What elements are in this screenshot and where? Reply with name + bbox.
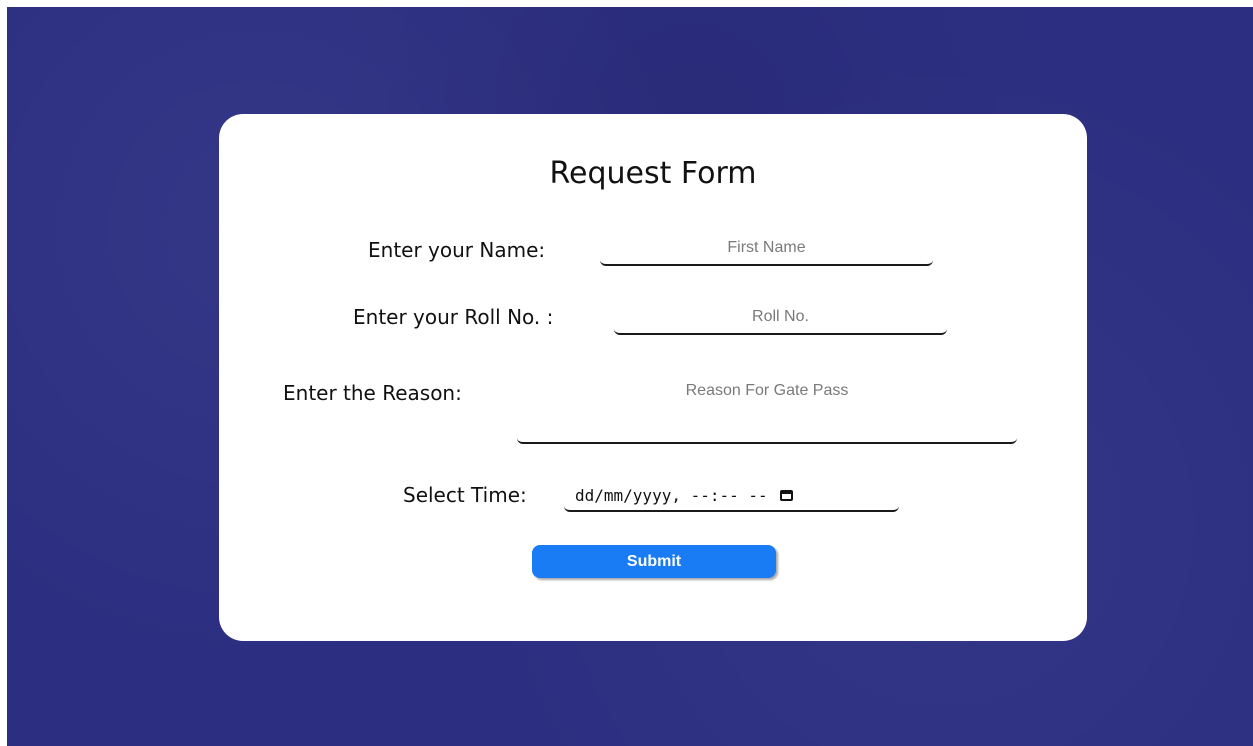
time-input-value: dd/mm/yyyy, --:-- -- xyxy=(575,485,768,505)
time-input[interactable]: dd/mm/yyyy, --:-- -- xyxy=(564,480,899,512)
time-label: Select Time: xyxy=(403,483,527,507)
submit-button[interactable]: Submit xyxy=(532,545,776,578)
calendar-icon[interactable] xyxy=(779,489,793,501)
name-input[interactable] xyxy=(600,232,933,266)
roll-no-input[interactable] xyxy=(614,301,947,335)
name-label: Enter your Name: xyxy=(368,238,546,262)
roll-no-label: Enter your Roll No. : xyxy=(353,305,554,329)
reason-label: Enter the Reason: xyxy=(283,381,462,405)
request-form-card: Request Form Enter your Name: Enter your… xyxy=(219,114,1087,641)
reason-textarea[interactable] xyxy=(517,378,1017,444)
form-title: Request Form xyxy=(549,156,757,191)
page-background: Request Form Enter your Name: Enter your… xyxy=(7,7,1253,746)
